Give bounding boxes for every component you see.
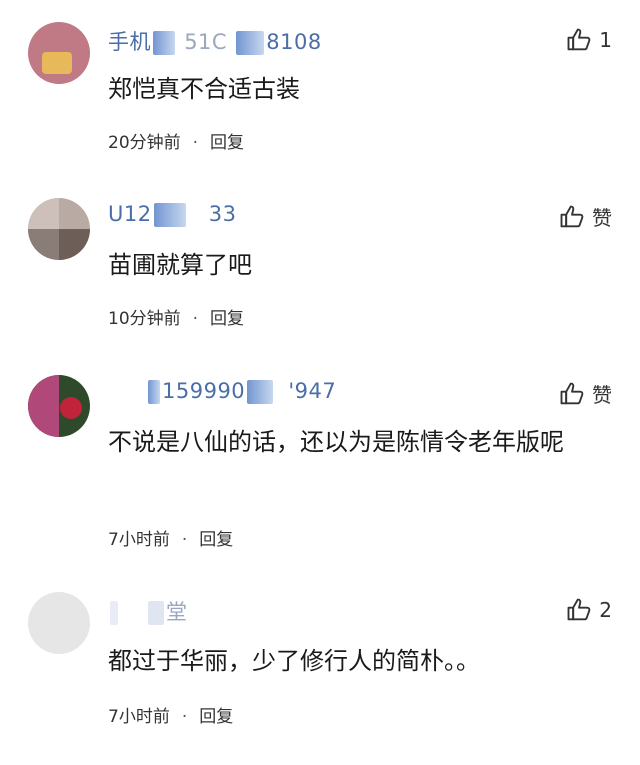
like-label: 赞 xyxy=(592,206,612,230)
thumbs-up-icon xyxy=(567,28,591,51)
username-text: 手机 xyxy=(108,30,151,54)
reply-button[interactable]: 回复 xyxy=(199,707,233,727)
redaction-blur xyxy=(110,601,118,625)
thumbs-up-icon xyxy=(560,382,584,404)
username-text-suffix: 8108 xyxy=(266,30,322,54)
avatar[interactable] xyxy=(28,22,90,84)
username[interactable]: 159990 '947 xyxy=(108,379,336,404)
separator-dot: · xyxy=(181,707,188,727)
username[interactable]: U12 33 xyxy=(108,202,237,227)
like-button[interactable]: 赞 xyxy=(558,202,612,231)
redaction-blur xyxy=(247,380,274,404)
redaction-blur xyxy=(148,601,164,625)
timestamp: 10分钟前 xyxy=(108,309,181,329)
username-text-suffix: '947 xyxy=(288,379,337,403)
comment-meta: 20分钟前 · 回复 xyxy=(108,128,244,153)
redaction-blur xyxy=(148,380,160,404)
avatar[interactable] xyxy=(28,198,90,260)
username-text-mid: 51C xyxy=(184,30,228,54)
username-text-suffix: 堂 xyxy=(166,600,188,624)
comment-text: 郑恺真不合适古装 xyxy=(108,75,300,103)
comment-meta: 7小时前 · 回复 xyxy=(108,525,233,550)
thumbs-up-icon xyxy=(567,598,591,621)
timestamp: 7小时前 xyxy=(108,707,170,727)
username[interactable]: 手机 51C 8108 xyxy=(108,26,322,56)
separator-dot: · xyxy=(192,309,199,329)
comment-text: 都过于华丽，少了修行人的简朴。。 xyxy=(108,647,480,675)
thumbs-up-icon xyxy=(560,205,584,227)
like-count: 2 xyxy=(599,598,612,622)
redaction-blur xyxy=(153,31,175,55)
redaction-blur xyxy=(153,203,186,227)
like-button[interactable]: 赞 xyxy=(558,379,612,408)
username-text-mid: 159990 xyxy=(162,379,246,403)
comment-meta: 7小时前 · 回复 xyxy=(108,702,233,727)
comment-meta: 10分钟前 · 回复 xyxy=(108,304,244,329)
redaction-blur xyxy=(236,31,265,55)
separator-dot: · xyxy=(181,530,188,550)
username[interactable]: 堂 xyxy=(108,596,188,626)
like-count: 1 xyxy=(599,28,612,52)
comment-text: 不说是八仙的话，还以为是陈情令老年版呢 xyxy=(108,428,564,456)
timestamp: 20分钟前 xyxy=(108,133,181,153)
reply-button[interactable]: 回复 xyxy=(210,309,244,329)
like-label: 赞 xyxy=(592,383,612,407)
timestamp: 7小时前 xyxy=(108,530,170,550)
comment-text: 苗圃就算了吧 xyxy=(108,251,252,279)
avatar[interactable] xyxy=(28,375,90,437)
reply-button[interactable]: 回复 xyxy=(199,530,233,550)
like-button[interactable]: 2 xyxy=(565,596,612,624)
username-text-suffix: 33 xyxy=(208,202,237,226)
reply-button[interactable]: 回复 xyxy=(210,133,244,153)
avatar[interactable] xyxy=(28,592,90,654)
separator-dot: · xyxy=(192,133,199,153)
like-button[interactable]: 1 xyxy=(565,26,612,54)
username-text: U12 xyxy=(108,202,152,226)
